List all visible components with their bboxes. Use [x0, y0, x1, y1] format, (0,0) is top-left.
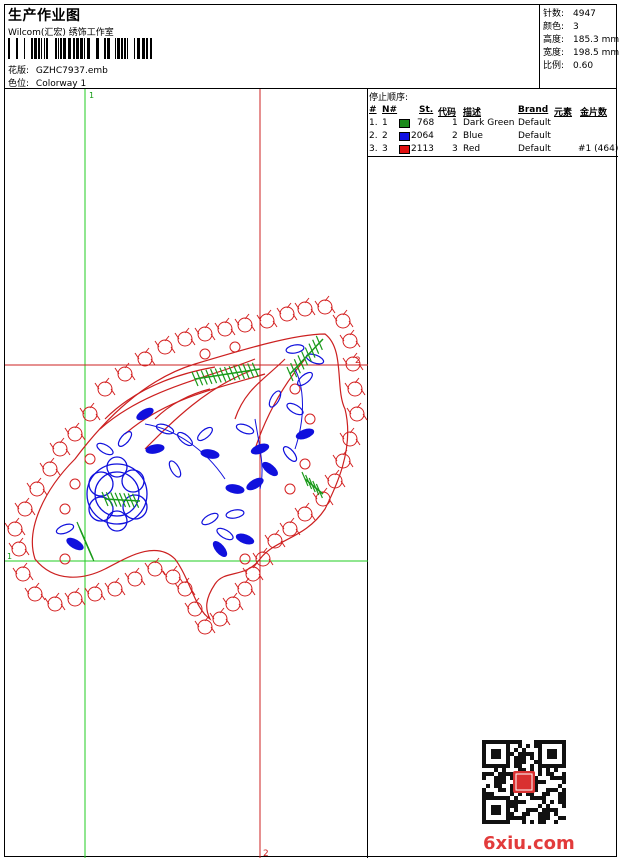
row-n: 3 — [382, 144, 388, 154]
row-num: 2. — [369, 131, 378, 141]
stat-row: 比例: 0.60 — [543, 61, 594, 71]
design-file-label: 花版: — [8, 66, 30, 76]
production-worksheet: 生产作业图 Wilcom(汇宏) 绣饰工作室 花版: GZHC7937.emb … — [4, 4, 620, 858]
stat-row: 宽度: 198.5 mm — [543, 48, 620, 58]
colorway-label: 色位: — [8, 79, 30, 89]
row-num: 3. — [369, 144, 378, 154]
guide-mark: 1 — [89, 91, 94, 100]
blue-flower — [86, 456, 148, 532]
row-n: 2 — [382, 131, 388, 141]
row-desc: Red — [463, 144, 481, 154]
stat-row: 高度: 185.3 mm — [543, 35, 620, 45]
row-code: 2 — [452, 131, 458, 141]
blue-leaves — [55, 344, 325, 557]
guide-mark: 1 — [7, 552, 12, 561]
col-header: # — [369, 105, 377, 115]
page-title: 生产作业图 — [8, 8, 81, 24]
colorway-value: Colorway 1 — [35, 79, 87, 89]
row-code: 1 — [452, 118, 458, 128]
col-header: 描述 — [463, 108, 482, 118]
col-header: 代码 — [438, 108, 457, 118]
color-swatch — [399, 145, 410, 154]
row-sequins: #1 (464) — [578, 144, 619, 154]
row-stitches: 2064 — [411, 131, 434, 141]
row-brand: Default — [518, 131, 551, 141]
watermark-logo: 6xiu.com — [483, 833, 575, 854]
col-header: St. — [419, 105, 434, 115]
colorway-row: 色位: Colorway 1 — [8, 76, 86, 89]
qr-code — [481, 739, 567, 825]
row-brand: Default — [518, 118, 551, 128]
studio-subtitle: Wilcom(汇宏) 绣饰工作室 — [8, 28, 114, 38]
color-swatch — [399, 132, 410, 141]
col-header: N# — [382, 105, 398, 115]
guide-mark: 2 — [263, 849, 269, 858]
row-n: 1 — [382, 118, 388, 128]
barcode — [8, 38, 152, 59]
row-num: 1. — [369, 118, 378, 128]
stop-sequence-title: 停止顺序: — [369, 93, 409, 103]
row-code: 3 — [452, 144, 458, 154]
stat-row: 针数: 4947 — [543, 9, 596, 19]
row-desc: Blue — [463, 131, 483, 141]
stop-sequence-table: 停止顺序: # N# St. 代码 描述 Brand 元素 金片数 1. 1 7… — [368, 89, 618, 157]
lace-border — [5, 295, 368, 635]
stat-row: 颜色: 3 — [543, 22, 579, 32]
paisley-outline — [31, 333, 349, 621]
stats-panel: 针数: 4947 颜色: 3 高度: 185.3 mm 宽度: 198.5 mm 比例:… — [540, 5, 620, 89]
col-header: Brand — [518, 105, 549, 115]
col-header: 元素 — [554, 108, 573, 118]
row-brand: Default — [518, 144, 551, 154]
design-file-value: GZHC7937.emb — [35, 66, 108, 76]
col-header: 金片数 — [580, 108, 608, 118]
color-swatch — [399, 119, 410, 128]
row-stitches: 768 — [417, 118, 435, 128]
header-info-panel: 生产作业图 Wilcom(汇宏) 绣饰工作室 花版: GZHC7937.emb … — [5, 5, 540, 89]
embroidery-design: 1 2 1 2 — [5, 89, 368, 858]
embroidery-design-area: 1 2 1 2 — [5, 89, 368, 858]
design-file-row: 花版: GZHC7937.emb — [8, 63, 108, 76]
row-desc: Dark Green — [463, 118, 515, 128]
row-stitches: 2113 — [411, 144, 434, 154]
